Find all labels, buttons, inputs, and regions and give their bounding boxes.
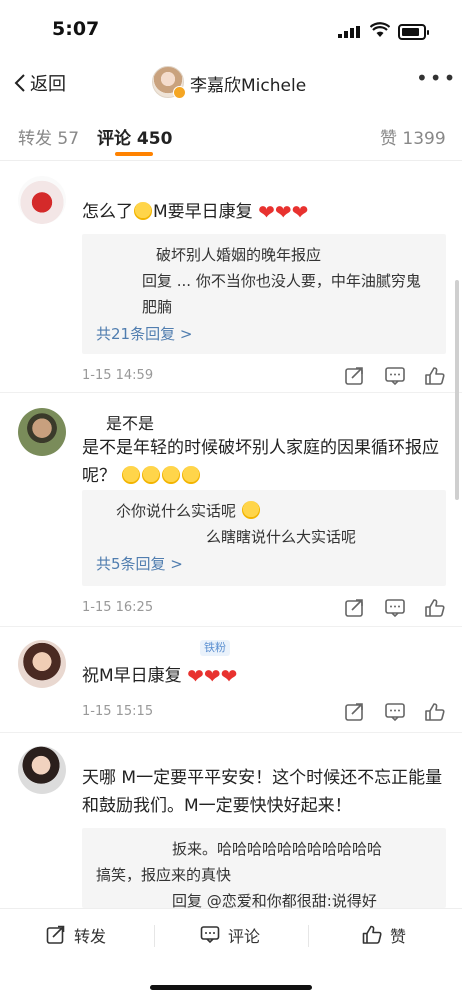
battery-icon [398, 24, 429, 40]
reply-preview-box[interactable]: 破坏别人婚姻的晚年报应 回复 ... 你不当你也没人要，中年油腻穷鬼肥腩 共21… [82, 234, 446, 354]
comment-icon [200, 926, 220, 944]
comment-icon[interactable] [384, 598, 406, 618]
reply-text: 尒你说什么实话呢 [116, 502, 237, 520]
heart-icon: ❤ [291, 200, 309, 224]
divider [0, 392, 462, 393]
commenter-avatar[interactable] [18, 176, 66, 224]
tab-repost-label: 转发 [18, 129, 52, 149]
view-all-replies-link[interactable]: 共21条回复 > [96, 320, 432, 348]
view-all-replies-link[interactable]: 共5条回复 > [96, 550, 432, 578]
commenter-avatar[interactable] [18, 746, 66, 794]
like-button[interactable]: 赞 [362, 923, 406, 947]
back-button[interactable]: 返回 [14, 70, 66, 96]
author-avatar[interactable] [152, 66, 186, 99]
commenter-name[interactable]: 是不是 [106, 410, 154, 434]
share-icon[interactable] [344, 366, 366, 386]
tab-repost-count: 57 [57, 129, 80, 149]
comment-text: 怎么了 M要早日康复 ❤❤❤ [82, 198, 444, 226]
reply-preview-box[interactable]: 扳来。哈哈哈哈哈哈哈哈哈哈哈 搞笑，报应来的真快 回复 @恋爱和你都很甜:说得好 [82, 828, 446, 910]
heart-icon: ❤ [220, 664, 238, 688]
status-time: 5:07 [52, 18, 100, 40]
repost-button[interactable]: 转发 [46, 923, 106, 947]
comment-meta: 1-15 14:59 [82, 366, 446, 388]
active-tab-indicator [115, 152, 153, 156]
tab-likes[interactable]: 赞 1399 [380, 124, 446, 149]
crying-face-icon [182, 466, 201, 484]
status-bar: 5:07 [0, 0, 462, 56]
more-options-icon[interactable]: ••• [416, 66, 457, 90]
reply-line: 搞笑，报应来的真快 [96, 866, 232, 884]
commenter-avatar[interactable] [18, 408, 66, 456]
crying-face-icon [122, 466, 141, 484]
tab-likes-label: 赞 [380, 129, 397, 149]
reply-line: 么瞎瞎说什么大实话呢 [206, 528, 357, 546]
comment-date: 1-15 14:59 [82, 368, 154, 383]
wifi-icon [370, 22, 390, 37]
laughing-face-icon [241, 501, 260, 519]
like-icon[interactable] [424, 366, 446, 386]
tab-comments[interactable]: 评论 450 [97, 124, 172, 149]
bottom-toolbar: 转发 评论 赞 [0, 908, 462, 963]
like-icon[interactable] [424, 702, 446, 722]
divider [0, 732, 462, 733]
comment-label: 评论 [228, 927, 261, 946]
heart-icon: ❤ [274, 200, 292, 224]
comment-meta: 1-15 15:15 [82, 702, 446, 724]
commenter-avatar[interactable] [18, 640, 66, 688]
heart-icon: ❤ [187, 664, 204, 688]
worried-face-icon [134, 202, 152, 220]
back-label: 返回 [30, 74, 66, 95]
comment-text: 天哪 M一定要平平安安！这个时候还不忘正能量和鼓励我们。M一定要快快好起来！ [82, 768, 443, 816]
repost-icon [46, 925, 65, 944]
heart-icon: ❤ [258, 200, 275, 224]
comment-date: 1-15 16:25 [82, 600, 154, 615]
comment-text-part: 祝M早日康复 [82, 666, 182, 686]
nav-bar: 返回 李嘉欣Michele ••• [0, 56, 462, 106]
comment-text-part: M要早日康复 [153, 202, 253, 222]
page-title[interactable]: 李嘉欣Michele [190, 71, 306, 96]
reply-line: 破坏别人婚姻的晚年报应 [156, 246, 322, 264]
scrollbar[interactable] [455, 280, 459, 500]
comment-button[interactable]: 评论 [200, 923, 260, 947]
share-icon[interactable] [344, 598, 366, 618]
tab-repost[interactable]: 转发 57 [18, 124, 79, 149]
tab-comments-label: 评论 [97, 129, 131, 149]
verified-icon [173, 86, 186, 99]
reply-preview-box[interactable]: 尒你说什么实话呢 么瞎瞎说什么大实话呢 共5条回复 > [82, 490, 446, 586]
comment-text-part: 怎么了 [82, 202, 133, 222]
chevron-left-icon [14, 74, 25, 92]
tab-comments-count: 450 [136, 129, 173, 149]
like-icon [362, 925, 382, 944]
repost-label: 转发 [74, 927, 107, 946]
like-label: 赞 [390, 927, 407, 946]
reply-line: 尒你说什么实话呢 [96, 498, 432, 524]
comment-meta: 1-15 16:25 [82, 598, 446, 620]
reply-line: 扳来。哈哈哈哈哈哈哈哈哈哈哈 [172, 840, 383, 858]
comment-date: 1-15 15:15 [82, 704, 154, 719]
heart-icon: ❤ [203, 664, 221, 688]
signal-icon [338, 26, 360, 38]
comment-icon[interactable] [384, 366, 406, 386]
toolbar-separator [308, 925, 309, 947]
crying-face-icon [162, 466, 181, 484]
tab-likes-count: 1399 [402, 129, 446, 149]
comment-icon[interactable] [384, 702, 406, 722]
tab-bar: 转发 57 评论 450 赞 1399 [0, 106, 462, 161]
home-indicator[interactable] [150, 985, 312, 990]
like-icon[interactable] [424, 598, 446, 618]
divider [0, 626, 462, 627]
crying-face-icon [142, 466, 161, 484]
share-icon[interactable] [344, 702, 366, 722]
reply-line: 回复 ... 你不当你也没人要，中年油腻穷鬼肥腩 [142, 272, 421, 316]
toolbar-separator [154, 925, 155, 947]
comment-text: 是不是年轻的时候破坏别人家庭的因果循环报应呢？ [82, 434, 444, 490]
comment-text: 祝M早日康复 ❤❤❤ [82, 662, 444, 690]
fan-badge: 铁粉 [200, 640, 230, 656]
